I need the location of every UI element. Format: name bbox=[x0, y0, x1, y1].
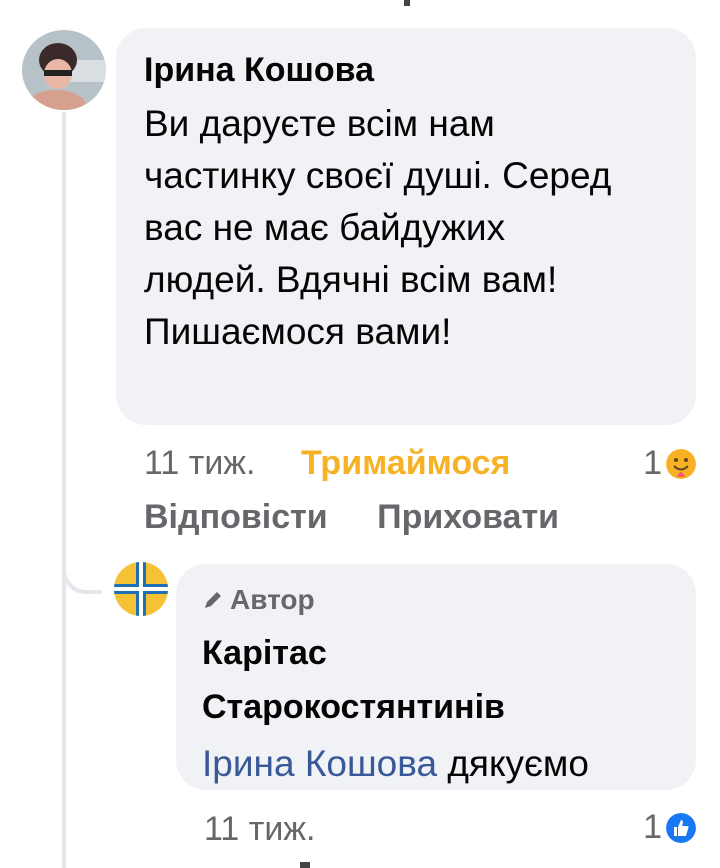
comment-timestamp[interactable]: 11 тиж. bbox=[144, 444, 256, 482]
comment-actions: 11 тиж. Тримаймося bbox=[144, 444, 510, 483]
care-emoji-icon bbox=[666, 448, 696, 479]
reply-message: дякуємо bbox=[447, 743, 589, 784]
next-item-edge bbox=[300, 862, 310, 868]
reply-reaction-count: 1 bbox=[643, 808, 662, 846]
like-thumb-icon bbox=[666, 812, 696, 843]
reply-text: Ірина Кошова дякуємо bbox=[202, 738, 672, 790]
comment-author-name[interactable]: Ірина Кошова bbox=[144, 50, 684, 90]
previous-item-edge bbox=[404, 0, 410, 6]
reply-bubble[interactable]: Автор Карітас Старокостянтинів Ірина Кош… bbox=[176, 564, 696, 790]
comment-bubble[interactable]: Ірина Кошова Ви даруєте всім нам частинк… bbox=[116, 28, 696, 425]
reaction-summary[interactable]: 1 bbox=[643, 444, 696, 483]
hide-button[interactable]: Приховати bbox=[377, 498, 559, 536]
avatar[interactable] bbox=[22, 30, 106, 110]
reply-timestamp[interactable]: 11 тиж. bbox=[204, 810, 316, 848]
reply-author-name[interactable]: Карітас Старокостянтинів bbox=[202, 626, 602, 734]
author-badge: Автор bbox=[202, 584, 672, 616]
reply-button[interactable]: Відповісти bbox=[144, 498, 328, 536]
reply-actions: 11 тиж. bbox=[204, 810, 316, 849]
user-photo bbox=[22, 30, 106, 110]
reply-reaction-summary[interactable]: 1 bbox=[643, 808, 696, 847]
comment-text: Ви даруєте всім нам частинку своєї душі.… bbox=[144, 103, 612, 352]
pencil-icon bbox=[205, 592, 221, 608]
reaction-button[interactable]: Тримаймося bbox=[301, 444, 510, 482]
author-badge-label: Автор bbox=[230, 584, 315, 615]
page-avatar[interactable] bbox=[114, 562, 168, 616]
mention-link[interactable]: Ірина Кошова bbox=[202, 743, 437, 784]
reaction-count: 1 bbox=[643, 444, 662, 482]
thread-branch bbox=[62, 560, 102, 594]
thread-line bbox=[62, 112, 66, 868]
caritas-logo-icon bbox=[114, 562, 168, 616]
comment-secondary-actions: Відповісти Приховати bbox=[144, 498, 559, 537]
